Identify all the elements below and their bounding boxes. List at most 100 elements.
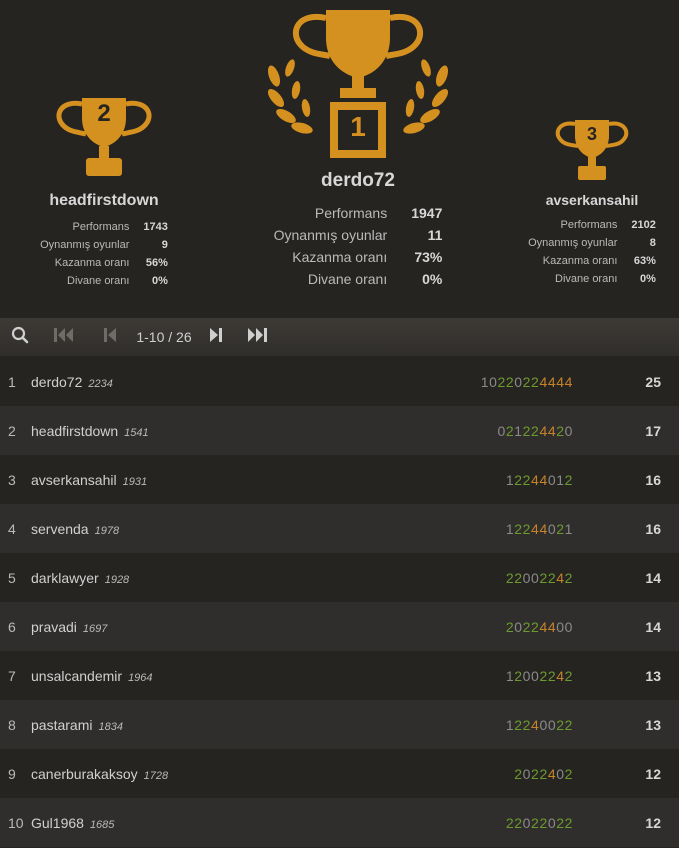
trophy-icon: 2 — [54, 92, 154, 184]
row-score-sheet: 22002242 — [506, 570, 573, 586]
game-score: 2 — [514, 814, 523, 831]
next-page-button[interactable] — [196, 318, 236, 356]
player-rating: 1541 — [124, 426, 149, 439]
game-score: 0 — [564, 422, 573, 439]
trophy-rank-number: 1 — [350, 111, 366, 142]
first-page-button[interactable] — [40, 318, 88, 356]
game-score: 2 — [564, 569, 573, 586]
game-score: 2 — [539, 765, 548, 782]
player-rating: 1685 — [89, 818, 115, 831]
row-score-sheet: 12244012 — [506, 472, 573, 488]
game-score: 2 — [514, 471, 523, 488]
stat-value: 11 — [427, 227, 443, 243]
game-score: 0 — [539, 716, 548, 733]
trophy-rank-number: 2 — [97, 100, 111, 127]
table-row[interactable]: 6 pravadi 1697 20224400 14 — [0, 602, 679, 651]
game-score: 2 — [505, 814, 515, 831]
game-score: 4 — [547, 422, 557, 439]
last-page-button[interactable] — [236, 318, 280, 356]
trophy-rank-number: 3 — [586, 124, 597, 144]
game-score: 2 — [564, 471, 573, 488]
row-player: unsalcandemir 1964 — [31, 668, 153, 684]
stat-value: 0% — [151, 275, 168, 287]
player-name-link[interactable]: pravadi — [31, 619, 77, 635]
table-row[interactable]: 3 avserkansahil 1931 12244012 16 — [0, 455, 679, 504]
stat-value: 1743 — [143, 221, 168, 233]
row-score-sheet: 20224400 — [506, 619, 573, 635]
player-name-link[interactable]: darklawyer — [31, 570, 99, 586]
trophy-icon: 3 — [554, 116, 630, 186]
game-score: 0 — [547, 520, 557, 537]
player-name-link[interactable]: Gul1968 — [31, 815, 84, 831]
player-name-link[interactable]: canerburakaksoy — [31, 766, 138, 782]
search-icon — [11, 326, 29, 349]
table-row[interactable]: 7 unsalcandemir 1964 12002242 13 — [0, 651, 679, 700]
table-row[interactable]: 5 darklawyer 1928 22002242 14 — [0, 553, 679, 602]
player-name-link[interactable]: unsalcandemir — [31, 668, 122, 684]
podium-first-name[interactable]: derdo72 — [250, 170, 466, 192]
row-total: 12 — [645, 814, 661, 831]
stat-label: Performans — [72, 221, 130, 233]
player-rating: 1931 — [122, 475, 148, 488]
game-score: 1 — [480, 373, 490, 390]
game-score: 2 — [556, 716, 565, 733]
game-score: 2 — [497, 373, 506, 390]
game-score: 0 — [522, 814, 532, 831]
table-row[interactable]: 9 canerburakaksoy 1728 2022402 12 — [0, 749, 679, 798]
player-name-link[interactable]: derdo72 — [31, 374, 82, 390]
last-page-icon — [248, 327, 268, 347]
row-rank: 3 — [8, 471, 16, 488]
stat-value: 56% — [145, 257, 168, 269]
stat-label: Performans — [314, 205, 388, 221]
game-score: 4 — [547, 618, 557, 635]
stat-value: 0% — [639, 273, 656, 285]
game-score: 4 — [539, 520, 548, 537]
first-page-icon — [54, 327, 74, 347]
row-rank: 8 — [8, 716, 16, 733]
row-player: canerburakaksoy 1728 — [31, 766, 168, 782]
row-rank: 2 — [8, 422, 16, 439]
row-score-sheet: 021224420 — [497, 423, 573, 439]
game-score: 2 — [556, 520, 565, 537]
player-rating: 1964 — [128, 671, 153, 684]
game-score: 0 — [547, 716, 557, 733]
prev-page-button[interactable] — [88, 318, 132, 356]
game-score: 4 — [539, 471, 548, 488]
player-name-link[interactable]: servenda — [31, 521, 89, 537]
row-score-sheet: 12244021 — [506, 521, 573, 537]
pager-range: 1-10 / 26 — [136, 329, 192, 345]
search-button[interactable] — [0, 318, 40, 356]
game-score: 4 — [539, 373, 548, 390]
row-player: Gul1968 1685 — [31, 815, 114, 831]
row-total: 13 — [645, 716, 661, 733]
game-score: 2 — [522, 716, 532, 733]
player-rating: 1928 — [104, 573, 130, 586]
game-score: 4 — [539, 422, 548, 439]
row-rank: 10 — [8, 814, 24, 831]
player-name-link[interactable]: avserkansahil — [31, 472, 117, 488]
podium-third-name[interactable]: avserkansahil — [508, 192, 676, 208]
game-score: 2 — [564, 716, 573, 733]
game-score: 2 — [522, 618, 532, 635]
podium-second-name[interactable]: headfirstdown — [20, 192, 188, 210]
table-row[interactable]: 8 pastarami 1834 12240022 13 — [0, 700, 679, 749]
table-row[interactable]: 4 servenda 1978 12244021 16 — [0, 504, 679, 553]
player-rating: 2234 — [88, 377, 113, 390]
stat-value: 2102 — [631, 219, 656, 231]
podium-third: 3 avserkansahil Performans 2102 Oynanmış … — [508, 116, 676, 288]
game-score: 2 — [556, 814, 565, 831]
table-row[interactable]: 10 Gul1968 1685 22022022 12 — [0, 798, 679, 847]
stat-label: Kazanma oranı — [292, 249, 388, 265]
stat-label: Oynanmış oyunlar — [528, 237, 618, 249]
table-row[interactable]: 2 headfirstdown 1541 021224420 17 — [0, 406, 679, 455]
row-player: headfirstdown 1541 — [31, 423, 149, 439]
row-score-sheet: 12002242 — [506, 668, 573, 684]
row-total: 25 — [645, 373, 661, 390]
next-page-icon — [210, 327, 222, 347]
table-row[interactable]: 1 derdo72 2234 10220224444 25 — [0, 357, 679, 406]
row-player: pastarami 1834 — [31, 717, 123, 733]
row-player: pravadi 1697 — [31, 619, 107, 635]
podium-first: 1 derdo72 Performans 1947 Oynanmış oyunla… — [250, 6, 466, 290]
player-name-link[interactable]: pastarami — [31, 717, 92, 733]
player-name-link[interactable]: headfirstdown — [31, 423, 118, 439]
